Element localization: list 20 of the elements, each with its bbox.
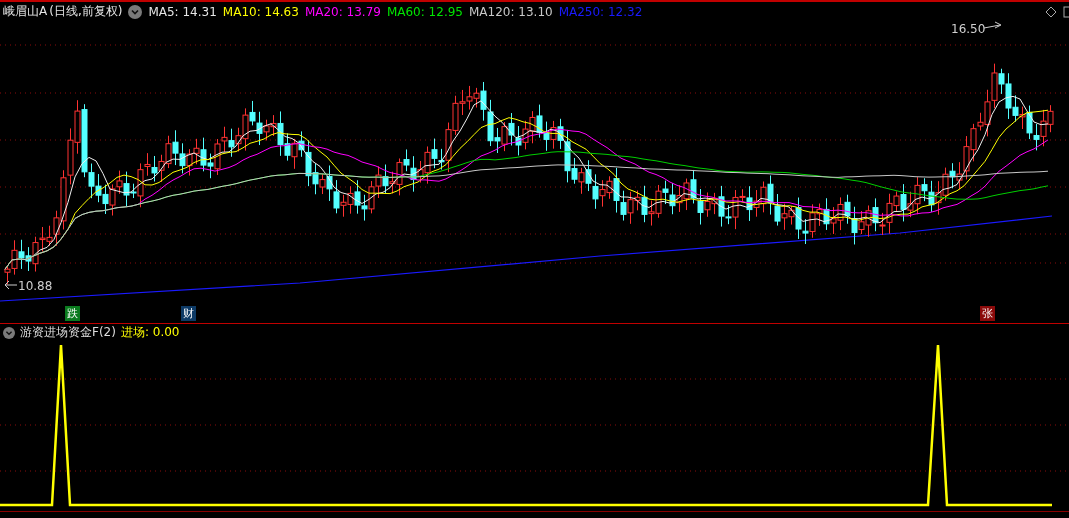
high-price-arrow — [983, 21, 1002, 29]
diamond-icon[interactable] — [1045, 5, 1057, 18]
moving-average-value: MA120: 13.10 — [468, 4, 553, 19]
moving-average-value: MA5: 14.31 — [148, 4, 217, 19]
chevron-down-icon[interactable] — [3, 326, 15, 339]
low-price-label: 10.88 — [18, 279, 53, 293]
stock-title: 峨眉山A — [3, 3, 48, 20]
indicator-name: 游资进场资金F(2) — [20, 324, 116, 341]
moving-average-value: MA60: 12.95 — [386, 4, 463, 19]
chevron-down-icon[interactable] — [128, 4, 143, 19]
period-label: (日线,前复权) — [49, 3, 123, 20]
low-price-arrow — [4, 280, 18, 290]
moving-average-value: MA20: 13.79 — [304, 4, 381, 19]
moving-average-value: MA250: 12.32 — [558, 4, 643, 19]
signal-marker: 张 — [980, 306, 995, 321]
moving-average-value: MA10: 14.63 — [222, 4, 299, 19]
high-price-label: 16.50 — [951, 22, 986, 36]
signal-marker: 跌 — [65, 306, 80, 321]
indicator-reading: 进场: 0.00 — [120, 324, 180, 341]
signal-marker: 财 — [181, 306, 196, 321]
